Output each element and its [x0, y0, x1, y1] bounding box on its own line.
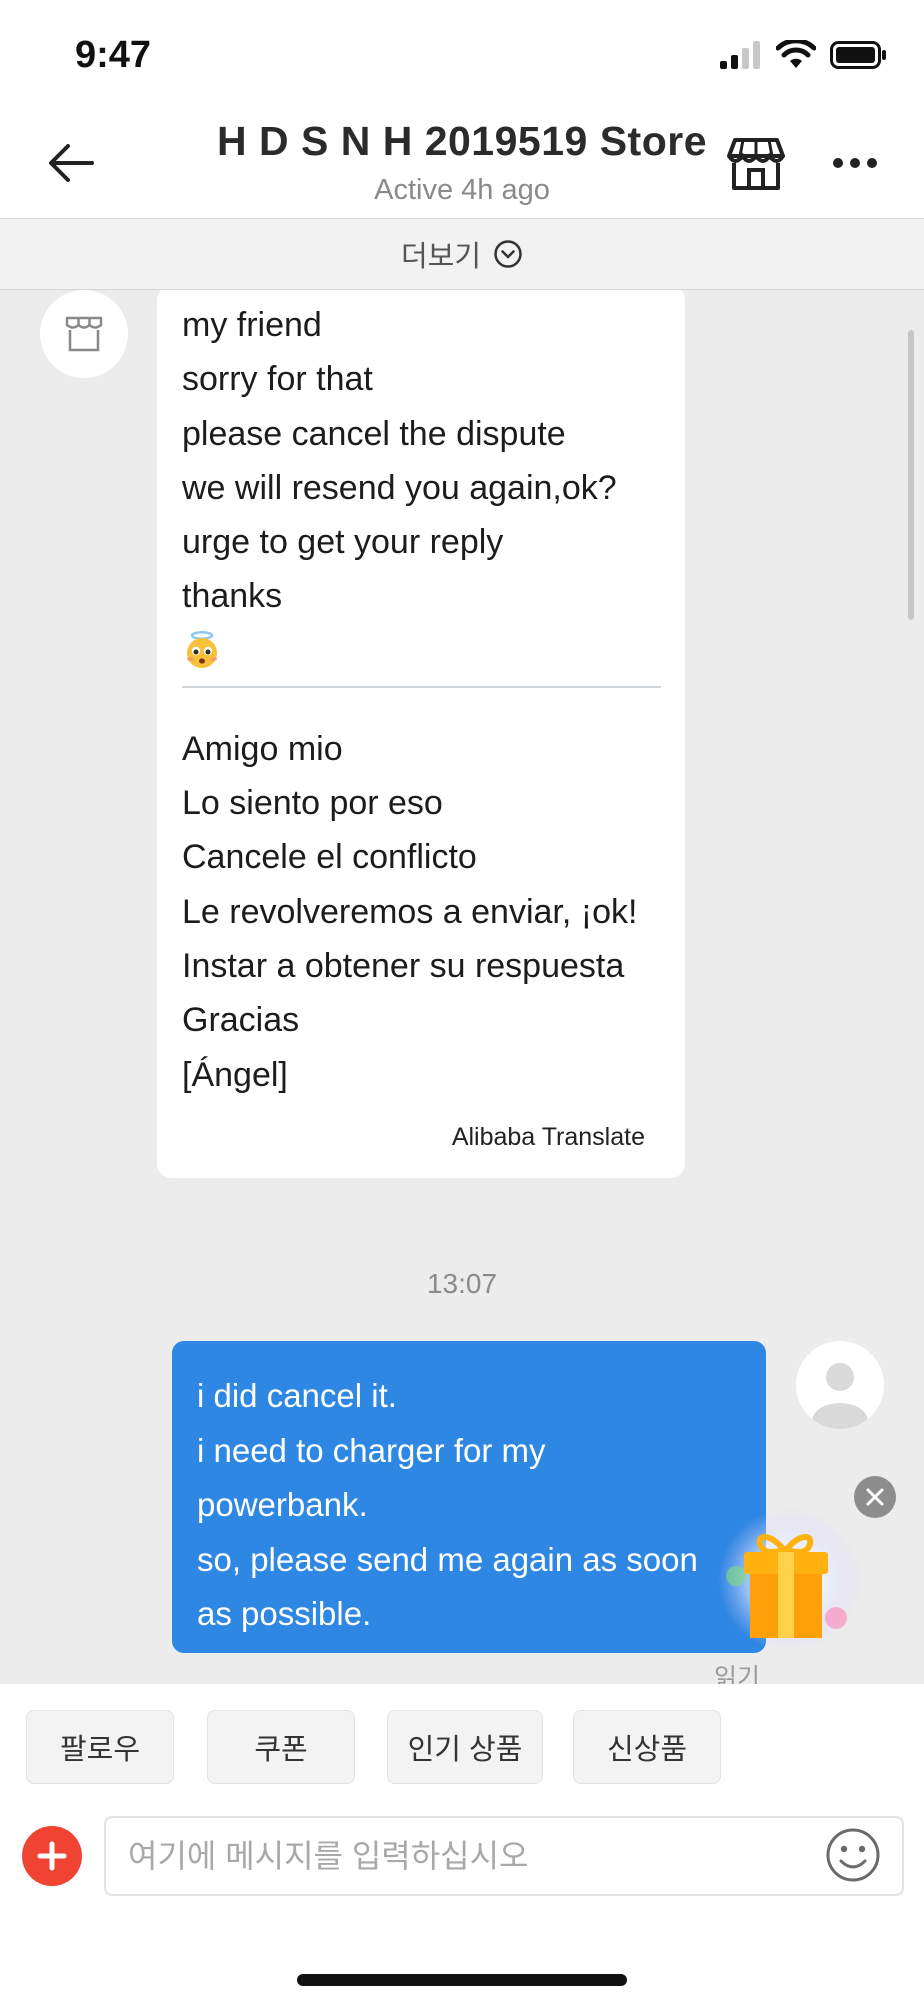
home-indicator-area	[0, 1916, 924, 2000]
popular-products-button[interactable]: 인기 상품	[387, 1710, 543, 1784]
close-icon	[866, 1488, 884, 1506]
message-text-line: urge to get your reply	[182, 523, 504, 562]
status-bar: 9:47	[0, 0, 924, 110]
message-text-line: we will resend you again,ok?	[182, 468, 617, 507]
user-avatar[interactable]	[796, 1341, 884, 1429]
chat-message-list[interactable]: my friend sorry for that please cancel t…	[0, 290, 924, 1684]
message-text-line: please cancel the dispute	[182, 414, 566, 453]
smiley-icon	[826, 1828, 880, 1882]
message-composer	[0, 1794, 924, 1916]
seller-avatar[interactable]	[40, 290, 128, 378]
translation-divider	[182, 685, 661, 688]
translated-text-line: Cancele el conflicto	[182, 838, 477, 877]
message-text-line: powerbank.	[197, 1486, 368, 1523]
message-text-line: my friend	[182, 306, 322, 344]
storefront-icon	[727, 138, 785, 190]
translated-text-line: Lo siento por eso	[182, 784, 443, 823]
message-text-line: i need to charger for my	[197, 1431, 546, 1469]
translation-credit: Alibaba Translate	[451, 1123, 645, 1151]
status-time: 9:47	[75, 34, 152, 76]
chevron-down-circle-icon	[494, 240, 522, 268]
ellipsis-icon	[833, 158, 877, 168]
translated-text-line: Le revolveremos a enviar, ¡ok!	[182, 892, 638, 931]
message-text-line: sorry for that	[182, 360, 373, 399]
translated-text-line: Gracias	[182, 1001, 300, 1040]
gift-icon[interactable]	[706, 1506, 864, 1654]
quick-actions-bar: 팔로우 쿠폰 인기 상품 신상품	[0, 1684, 924, 1794]
message-timestamp: 13:07	[426, 1268, 498, 1299]
home-indicator[interactable]	[297, 1974, 627, 1986]
message-text-line: i did cancel it.	[197, 1377, 397, 1414]
cellular-signal-icon	[720, 41, 760, 69]
message-text-line: thanks	[182, 577, 283, 616]
translated-text-line: Amigo mio	[182, 729, 343, 768]
scrollbar[interactable]	[908, 330, 914, 620]
translated-text-line: [Ángel]	[182, 1055, 288, 1094]
user-silhouette-icon	[812, 1363, 868, 1429]
store-button[interactable]	[722, 130, 790, 198]
follow-button[interactable]: 팔로우	[26, 1710, 174, 1784]
translated-text-line: Instar a obtener su respuesta	[182, 946, 625, 985]
new-products-button[interactable]: 신상품	[573, 1710, 721, 1784]
coupon-button[interactable]: 쿠폰	[207, 1710, 355, 1784]
incoming-message-bubble[interactable]: my friend sorry for that please cancel t…	[157, 290, 685, 1178]
emoji-button[interactable]	[822, 1824, 884, 1886]
chat-header: H D S N H 2019519 Store Active 4h ago	[0, 110, 924, 218]
load-more-label: 더보기	[400, 241, 482, 273]
plus-icon	[37, 1841, 67, 1871]
status-icons	[718, 40, 888, 70]
add-attachment-button[interactable]	[22, 1826, 82, 1886]
angel-face-emoji-icon	[186, 630, 218, 668]
message-text-line: so, please send me again as soon	[197, 1540, 698, 1578]
message-text-line: as possible.	[197, 1595, 372, 1632]
message-input[interactable]	[104, 1816, 904, 1896]
battery-icon	[830, 41, 886, 69]
read-receipt: 읽기	[714, 1664, 761, 1684]
more-options-button[interactable]	[824, 138, 886, 188]
outgoing-message-bubble[interactable]: i did cancel it. i need to charger for m…	[172, 1341, 766, 1653]
load-more-bar[interactable]: 더보기	[0, 218, 924, 290]
wifi-icon	[776, 40, 816, 68]
store-avatar-icon	[65, 316, 103, 352]
